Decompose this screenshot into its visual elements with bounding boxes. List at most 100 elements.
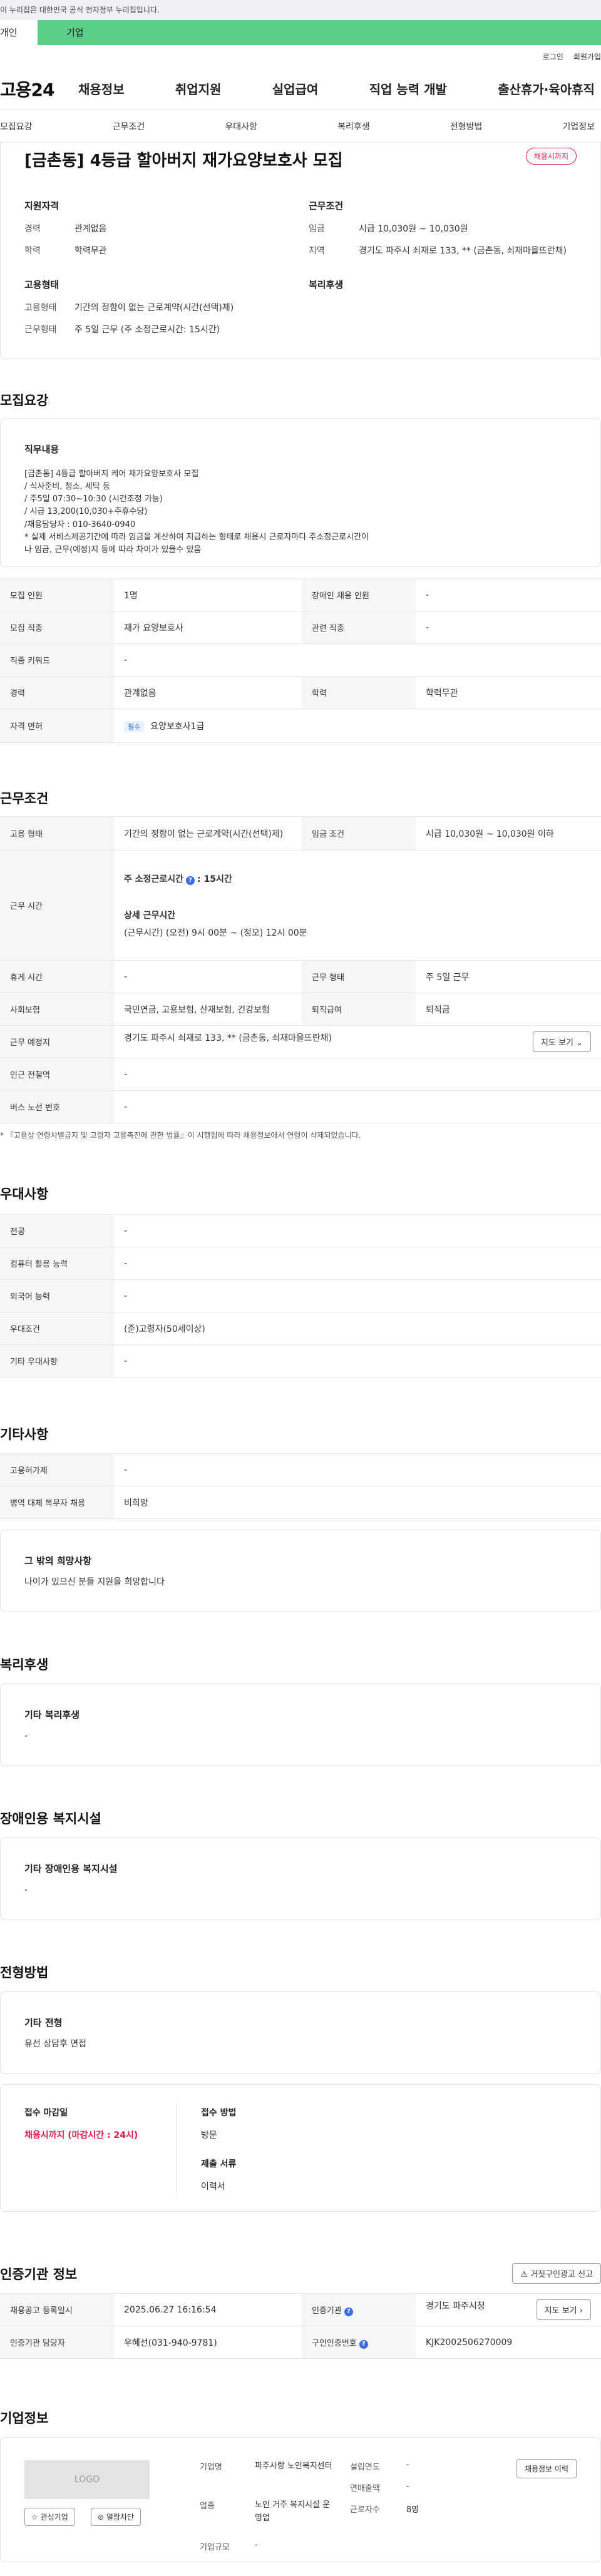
disability-card-heading: 기타 장애인용 복지시설 <box>24 1863 118 1874</box>
table-row: 인근 전철역 - <box>0 1058 601 1091</box>
company-size-value: - <box>255 2540 258 2550</box>
welfare-block: 복리후생 <box>309 278 343 302</box>
qualification-heading: 지원자격 <box>24 200 59 212</box>
star-icon: ☆ <box>31 2513 38 2522</box>
report-ad-button[interactable]: ⚠ 거짓구인광고 신고 <box>512 2263 601 2284</box>
block-icon: ⊘ <box>98 2513 105 2522</box>
work-section-title: 근무조건 <box>0 791 49 806</box>
table-row: 사회보험 국민연금, 고용보험, 산재보험, 건강보험 퇴직급여 퇴직금 <box>0 993 601 1026</box>
disability-card: 기타 장애인용 복지시설 - <box>0 1837 601 1920</box>
application-card: 접수 마감일 채용시까지 (마감시간 : 24시) 접수 방법 방문 제출 서류… <box>0 2084 601 2212</box>
table-row: 인증기관 담당자 우혜선(031-940-9781) 구인인증번호? KJK20… <box>0 2326 601 2359</box>
tab-conditions[interactable]: 근무조건 <box>113 120 145 133</box>
license-value: 요양보호사1급 <box>150 721 205 732</box>
prefer-table: 전공 - 컴퓨터 활용 능력 - 외국어 능력 - 우대조건 (준)고령자(50세이상)… <box>0 1214 601 1377</box>
employment-row: 고용형태 기간의 정함이 없는 근로계약(시간(선택)제) <box>24 303 234 313</box>
company-industry-label: 업종 <box>200 2502 215 2511</box>
table-row: 경력 관계없음 학력 학력무관 <box>0 676 601 709</box>
company-industry-value: 노인 거주 복지시설 운영업 <box>255 2500 331 2523</box>
company-year-value: - <box>406 2460 409 2470</box>
table-row: 우대조건 (준)고령자(50세이상) <box>0 1312 601 1345</box>
conditions-row: 지역 경기도 파주시 쇠재로 133, ** (금촌동, 쇠재마을뜨란채) <box>309 245 567 256</box>
prefer-section-title: 우대사항 <box>0 1187 49 1202</box>
login-link[interactable]: 로그인 <box>543 51 563 62</box>
selection-section-title: 전형방법 <box>0 1965 49 1980</box>
hours-detail: (근무시간) (오전) 9시 00분 ~ (정오) 12시 00분 <box>124 928 307 938</box>
warning-icon: ⚠ <box>520 2270 528 2279</box>
duty-body: [금촌동] 4등급 할아버지 케어 재가요양보호사 모집 / 식사준비, 청소,… <box>24 469 369 555</box>
hope-card: 그 밖의 희망사항 나이가 있으신 분들 지원을 희망합니다 <box>0 1530 601 1612</box>
welfare-card-heading: 기타 복리후생 <box>24 1709 80 1720</box>
menu-skills[interactable]: 직업 능력 개발 <box>369 79 447 98</box>
site-logo[interactable]: 고용24 <box>0 76 78 101</box>
duty-card: 직무내용 [금촌동] 4등급 할아버지 케어 재가요양보호사 모집 / 식사준비… <box>0 418 601 567</box>
etc-table: 고용허가제 - 병역 대체 복무자 채용 비희망 <box>0 1453 601 1519</box>
table-row: 고용 형태 기간의 정함이 없는 근로계약(시간(선택)제) 임금 조건 시급 … <box>0 816 601 851</box>
tab-company[interactable]: 기업정보 <box>562 120 595 133</box>
company-employees-value: 8명 <box>406 2505 419 2515</box>
table-row: 병역 대체 복무자 채용 비희망 <box>0 1486 601 1519</box>
conditions-block: 근무조건 임금 시급 10,030원 ~ 10,030원 지역 경기도 파주시 쇠재… <box>309 199 578 267</box>
table-row: 휴게 시간 - 근무 형태 주 5일 근무 <box>0 960 601 993</box>
company-section-title: 기업정보 <box>0 2411 49 2426</box>
hope-heading: 그 밖의 희망사항 <box>24 1555 92 1567</box>
deadline-value: 채용시까지 (마감시간 : 24시) <box>24 2130 138 2140</box>
table-row: 전공 - <box>0 1214 601 1247</box>
table-row: 자격 면허 필수 요양보호사1급 <box>0 708 601 743</box>
table-row: 근무 예정지 경기도 파주시 쇠재로 133, ** (금촌동, 쇠재마을뜨란채… <box>0 1025 601 1058</box>
help-icon[interactable]: ? <box>186 876 195 885</box>
deadline-heading: 접수 마감일 <box>24 2108 68 2118</box>
company-sales-label: 연매출액 <box>350 2484 380 2493</box>
company-size-label: 기업규모 <box>200 2543 230 2552</box>
table-row: 모집 인원 1명 장애인 채용 인원 - <box>0 578 601 611</box>
etc-section-title: 기타사항 <box>0 1427 49 1442</box>
persona-company-tab[interactable]: 기업 <box>38 20 601 45</box>
map-button[interactable]: 지도 보기 ⌄ <box>532 1031 591 1052</box>
main-menu: 채용정보 취업지원 실업급여 직업 능력 개발 출산휴가·육아휴직 <box>78 79 601 98</box>
employment-block: 고용형태 고용형태 기간의 정함이 없는 근로계약(시간(선택)제) 근무형태 주 … <box>24 278 300 346</box>
cert-map-button[interactable]: 지도 보기 › <box>536 2299 591 2320</box>
required-tag: 필수 <box>124 720 145 732</box>
tab-preferences[interactable]: 우대사항 <box>225 120 257 133</box>
qualification-row: 경력 관계없음 <box>24 224 107 234</box>
gov-banner: 이 누리집은 대한민국 공식 전자정부 누리집입니다. <box>0 0 601 20</box>
tab-recruit[interactable]: 모집요강 <box>0 120 33 133</box>
recruit-history-button[interactable]: 채용정보 이력 <box>516 2459 577 2478</box>
block-company-button[interactable]: ⊘ 열람차단 <box>91 2508 141 2526</box>
table-row: 고용허가제 - <box>0 1453 601 1486</box>
welfare-heading: 복리후생 <box>309 279 344 290</box>
table-row: 채용공고 등록일시 2025.06.27 16:16:54 인증기관? 경기도 … <box>0 2293 601 2326</box>
selection-card-body: 유선 상담후 면접 <box>24 2039 87 2049</box>
help-icon[interactable]: ? <box>344 2307 353 2316</box>
persona-switch: 개인 기업 <box>0 20 601 45</box>
company-logo-placeholder: LOGO <box>24 2460 150 2499</box>
menu-employment-support[interactable]: 취업지원 <box>175 79 222 98</box>
employment-heading: 고용형태 <box>24 279 59 290</box>
section-tabs: 모집요강 근무조건 우대사항 복리후생 전형방법 기업정보 <box>0 110 601 143</box>
table-row: 외국어 능력 - <box>0 1279 601 1312</box>
duty-heading: 직무내용 <box>24 444 59 455</box>
favorite-company-button[interactable]: ☆ 관심기업 <box>24 2508 75 2526</box>
chevron-right-icon: › <box>579 2306 583 2316</box>
company-sales-value: - <box>406 2481 409 2491</box>
disability-card-body: - <box>24 1885 28 1895</box>
tab-welfare[interactable]: 복리후생 <box>337 120 370 133</box>
menu-jobs[interactable]: 채용정보 <box>78 79 125 98</box>
menu-parental-leave[interactable]: 출산휴가·육아휴직 <box>498 79 595 98</box>
table-row: 버스 노선 번호 - <box>0 1090 601 1123</box>
persona-person-tab[interactable]: 개인 <box>0 20 38 45</box>
job-summary-card: [금촌동] 4등급 할아버지 재가요양보호사 모집 채용시까지 지원자격 경력 관… <box>0 143 601 359</box>
table-row: 기타 우대사항 - <box>0 1344 601 1377</box>
help-icon[interactable]: ? <box>359 2339 368 2349</box>
conditions-heading: 근무조건 <box>309 200 344 212</box>
tab-selection[interactable]: 전형방법 <box>450 120 483 133</box>
disability-section-title: 장애인용 복지시설 <box>0 1811 101 1826</box>
cert-section-title: 인증기관 정보 <box>0 2267 78 2282</box>
company-name-label: 기업명 <box>200 2463 222 2472</box>
table-row: 직종 키워드 - <box>0 643 601 677</box>
cert-table: 채용공고 등록일시 2025.06.27 16:16:54 인증기관? 경기도 … <box>0 2293 601 2359</box>
welfare-card: 기타 복리후생 - <box>0 1684 601 1766</box>
welfare-section-title: 복리후생 <box>0 1657 49 1672</box>
signup-link[interactable]: 회원가입 <box>573 51 601 62</box>
menu-unemployment-benefit[interactable]: 실업급여 <box>272 79 319 98</box>
